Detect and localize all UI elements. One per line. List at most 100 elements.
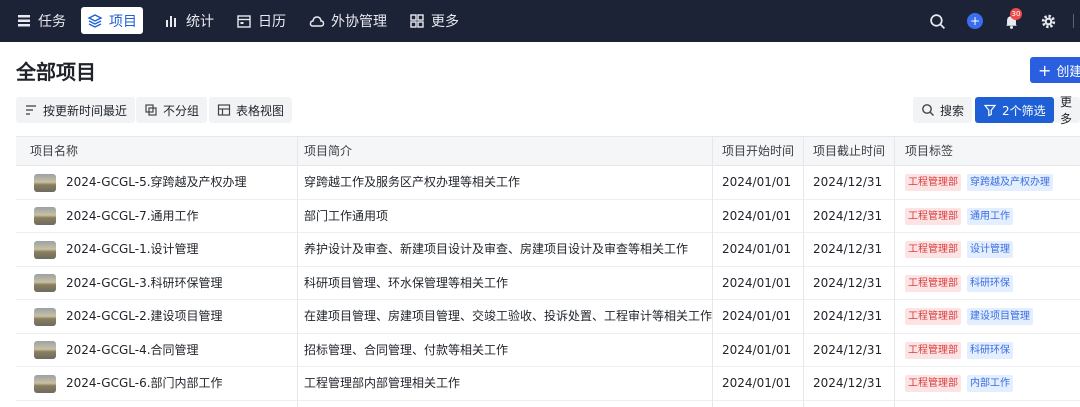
nav-divider: [1073, 14, 1074, 28]
nav-item-projects[interactable]: 项目: [81, 7, 143, 34]
desc-cell: 工程管理部内部管理相关工作: [304, 376, 461, 390]
plus-icon: +: [967, 13, 983, 29]
nav-label: 外协管理: [331, 13, 387, 30]
calendar-icon: [237, 14, 251, 28]
table-row[interactable]: 2024-GCGL-1.设计管理 养护设计及审查、新建项目设计及审查、房建项目设…: [16, 233, 1080, 267]
column-header-desc[interactable]: 项目简介: [294, 137, 352, 167]
sort-label: 按更新时间最近: [43, 103, 128, 118]
tag-badge: 工程管理部: [905, 375, 961, 392]
project-name: 2024-GCGL-4.合同管理: [66, 342, 199, 357]
project-cover-image: [34, 173, 56, 192]
project-name: 2024-GCGL-7.通用工作: [66, 208, 199, 223]
quick-add-button[interactable]: +: [964, 0, 986, 42]
more-button[interactable]: 更多: [1054, 95, 1080, 126]
create-label: 创建: [1056, 64, 1080, 80]
name-cell: 2024-GCGL-3.科研环保管理: [20, 267, 294, 300]
desc-cell: 穿跨越工作及服务区产权办理等相关工作: [304, 175, 521, 189]
sort-icon: [26, 105, 36, 115]
filter-button[interactable]: 2个筛选: [975, 97, 1054, 123]
desc-cell: 养护设计及审查、新建项目设计及审查、房建项目设计及审查等相关工作: [304, 242, 689, 256]
nav-label: 更多: [431, 13, 459, 30]
tags-cell: 工程管理部 设计管理: [895, 233, 1080, 266]
group-icon: [145, 104, 157, 116]
end-cell: 2024/12/31: [813, 309, 883, 323]
notification-badge: 30: [1010, 8, 1022, 20]
table-row[interactable]: 2024-GCGL-4.合同管理 招标管理、合同管理、付款等相关工作 2024/…: [16, 334, 1080, 367]
tag-badge: 设计管理: [967, 241, 1013, 258]
nav-item-more[interactable]: 更多: [403, 7, 465, 34]
start-cell: 2024/01/01: [722, 275, 792, 290]
nav-item-outsourcing[interactable]: 外协管理: [303, 7, 393, 34]
page-title: 全部项目: [16, 60, 96, 84]
tag-badge: 通用工作: [967, 207, 1013, 225]
search-button[interactable]: 搜索: [913, 97, 973, 123]
nav-label: 任务: [38, 13, 66, 30]
name-cell: 2024-GCGL-5.穿跨越及产权办理: [20, 166, 294, 199]
bar-chart-icon: [166, 15, 176, 27]
start-cell: 2024/01/01: [722, 175, 792, 189]
table-header: 项目名称 项目简介 项目开始时间 项目截止时间 项目标签: [16, 136, 1080, 166]
nav-item-calendar[interactable]: 日历: [230, 7, 292, 34]
group-label: 不分组: [163, 103, 200, 118]
view-button[interactable]: 表格视图: [209, 97, 293, 123]
tag-badge: 工程管理部: [905, 274, 961, 292]
table-row[interactable]: 2024-GCGL-6.部门内部工作 工程管理部内部管理相关工作 2024/01…: [16, 367, 1080, 401]
nav-item-stats[interactable]: 统计: [158, 7, 220, 34]
cloud-icon: [309, 15, 325, 27]
name-cell: 2024-GCGL-4.合同管理: [20, 334, 294, 367]
tag-badge: 内部工作: [967, 375, 1013, 392]
desc-cell: 在建项目管理、房建项目管理、交竣工验收、投诉处置、工程审计等相关工作: [304, 309, 712, 323]
tags-cell: 工程管理部 建设项目管理: [895, 300, 1080, 333]
column-divider[interactable]: [803, 136, 804, 407]
column-header-name[interactable]: 项目名称: [20, 137, 78, 167]
tag-badge: 穿跨越及产权办理: [967, 174, 1053, 191]
nav-item-tasks[interactable]: 任务: [10, 7, 72, 34]
project-cover-image: [34, 240, 56, 259]
layers-icon: [87, 13, 103, 28]
column-divider[interactable]: [712, 136, 713, 407]
table-row[interactable]: 2024-GCGL-3.科研环保管理 科研项目管理、环水保管理等相关工作 202…: [16, 267, 1080, 300]
search-icon: [929, 13, 945, 29]
name-cell: 2024-GCGL-6.部门内部工作: [20, 367, 294, 400]
search-icon: [922, 104, 934, 116]
end-cell: 2024/12/31: [813, 376, 883, 390]
global-search-button[interactable]: [926, 0, 948, 42]
create-project-button[interactable]: + 创建: [1030, 57, 1080, 83]
settings-button[interactable]: [1037, 0, 1059, 42]
start-cell: 2024/01/01: [722, 208, 792, 223]
project-name: 2024-GCGL-6.部门内部工作: [66, 376, 223, 390]
tag-badge: 工程管理部: [905, 174, 961, 191]
tag-badge: 科研环保: [967, 274, 1013, 292]
table-view-icon: [217, 104, 231, 116]
search-label: 搜索: [940, 103, 965, 118]
start-cell: 2024/01/01: [722, 242, 792, 256]
name-cell: 2024-GCGL-2.建设项目管理: [20, 300, 294, 333]
end-cell: 2024/12/31: [813, 175, 883, 189]
column-header-end[interactable]: 项目截止时间: [803, 137, 885, 167]
table-row[interactable]: 2024-GCGL-5.穿跨越及产权办理 穿跨越工作及服务区产权办理等相关工作 …: [16, 166, 1080, 200]
column-divider[interactable]: [297, 136, 298, 407]
tag-badge: 工程管理部: [905, 308, 961, 325]
group-button[interactable]: 不分组: [136, 97, 208, 123]
column-divider[interactable]: [894, 136, 895, 407]
project-cover-image: [34, 307, 56, 326]
start-cell: 2024/01/01: [722, 376, 792, 390]
more-label: 更多: [1060, 95, 1073, 126]
project-name: 2024-GCGL-5.穿跨越及产权办理: [66, 175, 247, 189]
tasks-icon: [18, 14, 30, 26]
tags-cell: 工程管理部 穿跨越及产权办理: [895, 166, 1080, 199]
name-cell: 2024-GCGL-1.设计管理: [20, 233, 294, 266]
tag-badge: 科研环保: [967, 341, 1013, 359]
project-cover-image: [34, 207, 56, 225]
name-cell: 2024-GCGL-7.通用工作: [20, 200, 294, 233]
start-cell: 2024/01/01: [722, 342, 792, 357]
column-header-start[interactable]: 项目开始时间: [712, 137, 794, 167]
column-header-tags[interactable]: 项目标签: [895, 137, 953, 167]
end-cell: 2024/12/31: [813, 242, 883, 256]
filter-label: 2个筛选: [1002, 103, 1046, 118]
table-row[interactable]: 2024-GCGL-2.建设项目管理 在建项目管理、房建项目管理、交竣工验收、投…: [16, 300, 1080, 334]
end-cell: 2024/12/31: [813, 275, 883, 290]
notifications-button[interactable]: [1000, 0, 1022, 42]
table-row[interactable]: 2024-GCGL-7.通用工作 部门工作通用项 2024/01/01 2024…: [16, 200, 1080, 233]
sort-button[interactable]: 按更新时间最近: [16, 97, 136, 123]
